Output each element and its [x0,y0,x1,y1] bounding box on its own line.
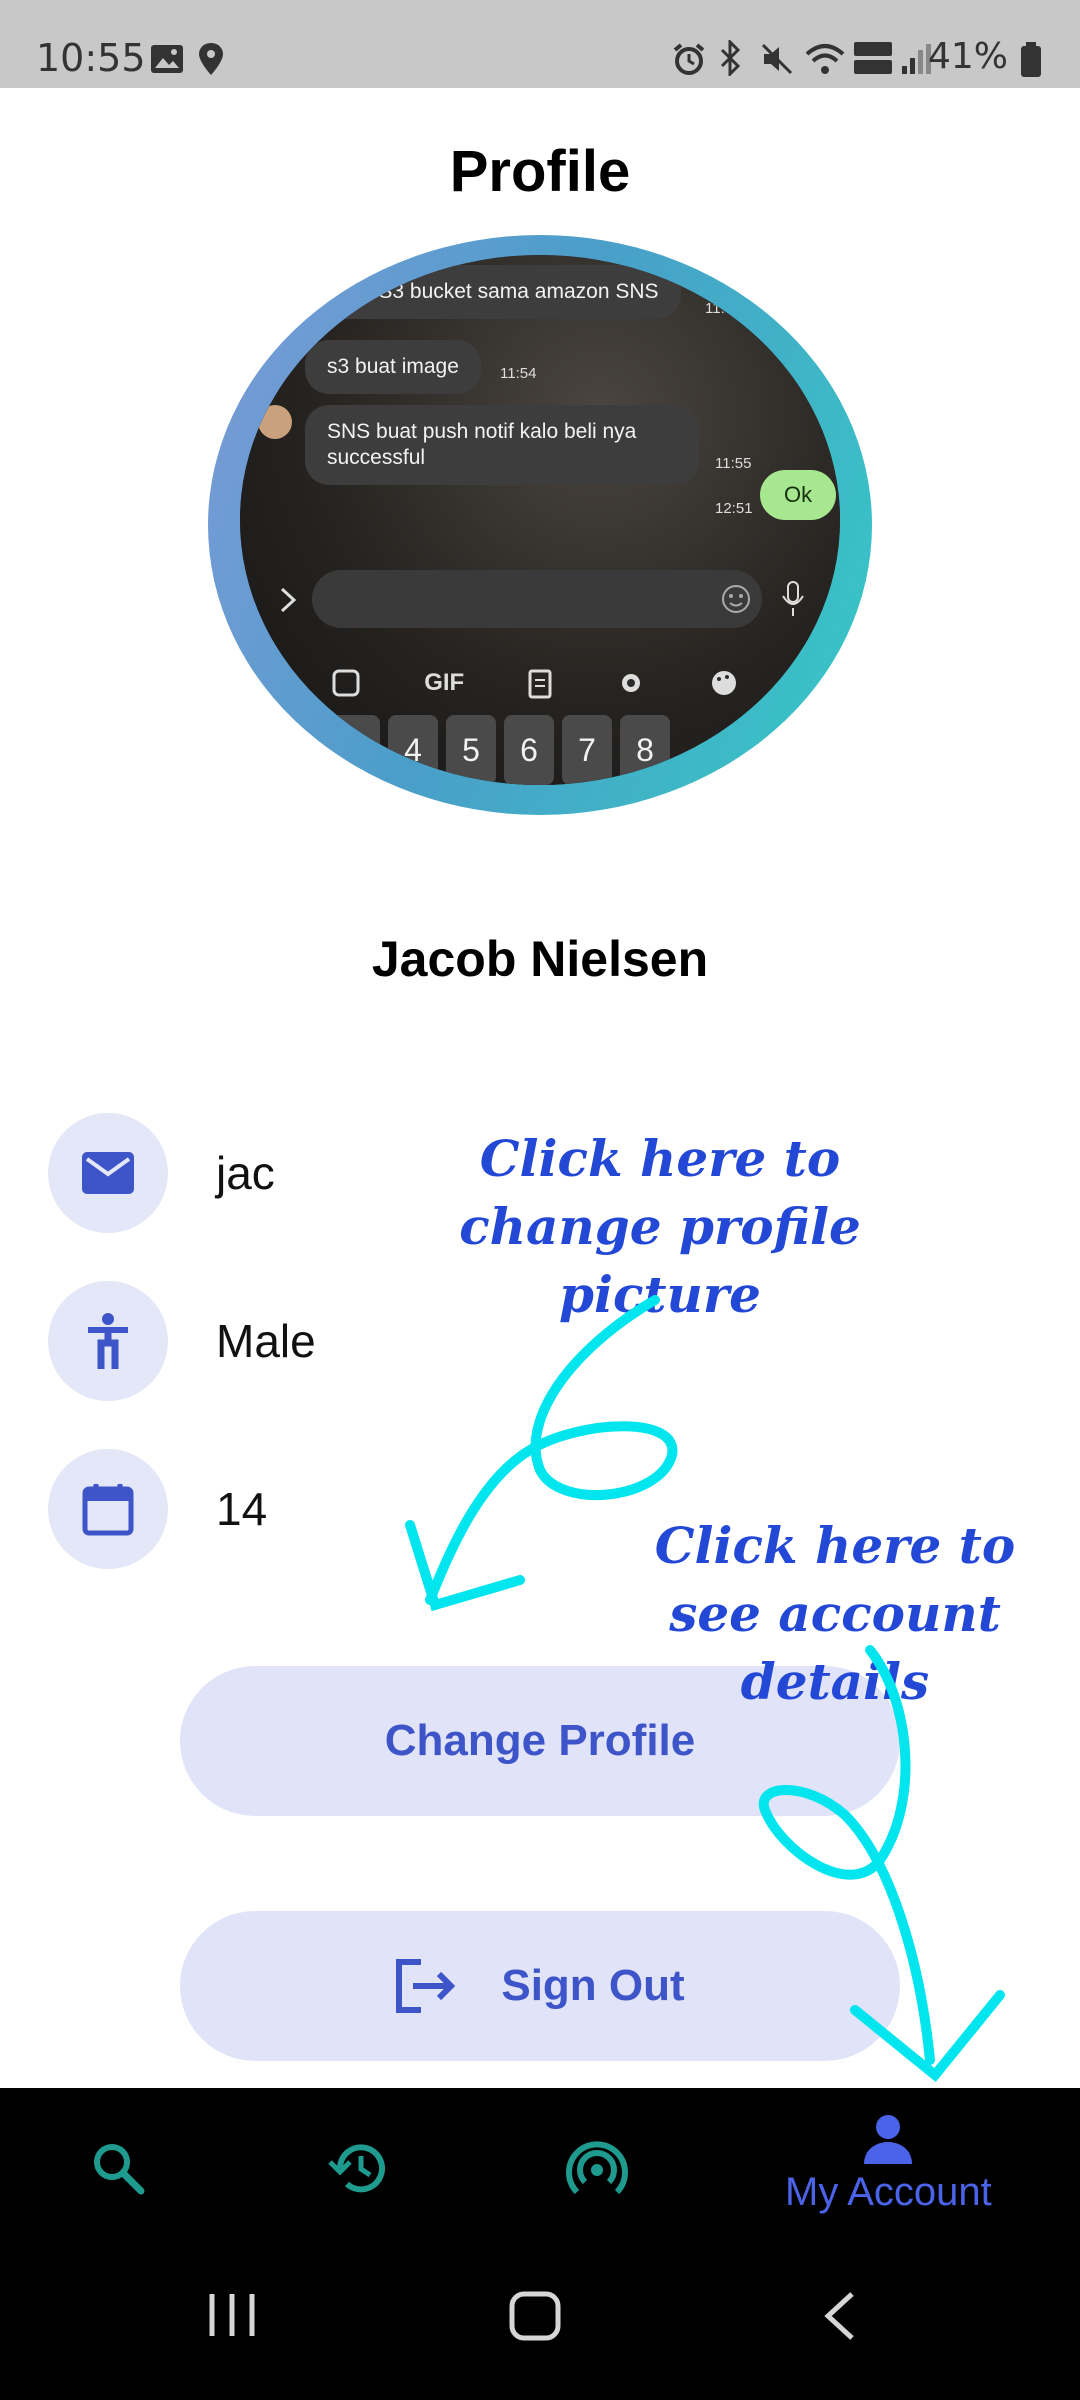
nav-my-account[interactable]: My Account [785,2114,992,2215]
history-icon [328,2144,385,2193]
chat-bubble: SNS buat push notif kalo beli nya succes… [305,405,699,485]
profile-email: jac [216,1147,275,1199]
status-bar: 10:55 41% [0,0,1080,88]
chat-bubble: s3 buat image [305,340,481,394]
broadcast-icon [566,2141,628,2195]
recent-apps-icon[interactable] [206,2290,258,2340]
keyboard-toolbar: GIF [300,660,770,706]
location-icon [199,43,223,75]
nav-broadcast[interactable] [565,2138,629,2202]
profile-name: Jacob Nielsen [371,931,709,987]
nav-search[interactable] [88,2138,148,2198]
gender-icon-badge [48,1281,168,1401]
profile-age: 14 [216,1483,268,1535]
status-time: 10:55 [36,36,146,80]
chat-avatar [258,405,292,439]
age-icon-badge [48,1449,168,1569]
bottom-navigation: My Account [0,2088,1080,2400]
gallery-icon [151,45,183,73]
emoji-icon [722,585,750,613]
nav-my-account-label: My Account [785,2170,992,2214]
person-icon [864,2115,913,2164]
keyboard-key: 7 [562,715,612,785]
chat-time: 12:51 [715,500,753,517]
gif-label: GIF [424,669,465,696]
sticker-icon [332,669,360,697]
back-icon[interactable] [820,2290,860,2342]
clipboard-icon [528,669,552,699]
accessibility-icon [88,1313,128,1369]
palette-icon [711,671,736,695]
keyboard-keys: 3 4 5 6 7 8 [330,715,670,785]
keyboard-key: 6 [504,715,554,785]
battery-icon [1021,42,1041,77]
keyboard-key: 3 [330,715,380,785]
annotation-account-details: Click here to see account details [654,1516,1016,1711]
keyboard-key: 8 [620,715,670,785]
annotation-change-picture: Click here to change profile picture [459,1129,861,1324]
logout-icon [396,1959,456,2013]
chat-time: 11:54 [500,365,537,382]
chat-bubble: pake S3 bucket sama amazon SNS [305,265,681,319]
chevron-right-icon [280,587,297,613]
nav-history[interactable] [326,2138,390,2198]
calendar-icon [82,1484,134,1536]
search-icon [94,2144,145,2195]
email-icon-badge [48,1113,168,1233]
chat-reply-bubble: Ok [760,470,837,520]
home-icon[interactable] [508,2290,564,2342]
email-icon [82,1152,134,1194]
bluetooth-icon [720,40,741,76]
wifi-icon [805,44,845,74]
profile-picture[interactable]: pake S3 bucket sama amazon SNS 11:54 s3 … [240,255,840,785]
sign-out-label: Sign Out [501,1961,685,2010]
battery-percent: 41% [927,36,1008,77]
profile-gender: Male [216,1315,316,1367]
change-profile-label: Change Profile [384,1716,696,1765]
keyboard-key: 4 [388,715,438,785]
chat-input [312,570,762,628]
chat-time: 11:55 [715,455,752,472]
page-title: Profile [449,139,631,204]
sign-out-button[interactable]: Sign Out [180,1911,900,2061]
keyboard-key: 5 [446,715,496,785]
alarm-icon [673,43,705,75]
settings-icon [621,674,640,692]
lte-icon [854,42,892,74]
mute-icon [761,43,793,75]
mic-icon [782,581,804,616]
chat-time: 11:54 [705,300,742,317]
